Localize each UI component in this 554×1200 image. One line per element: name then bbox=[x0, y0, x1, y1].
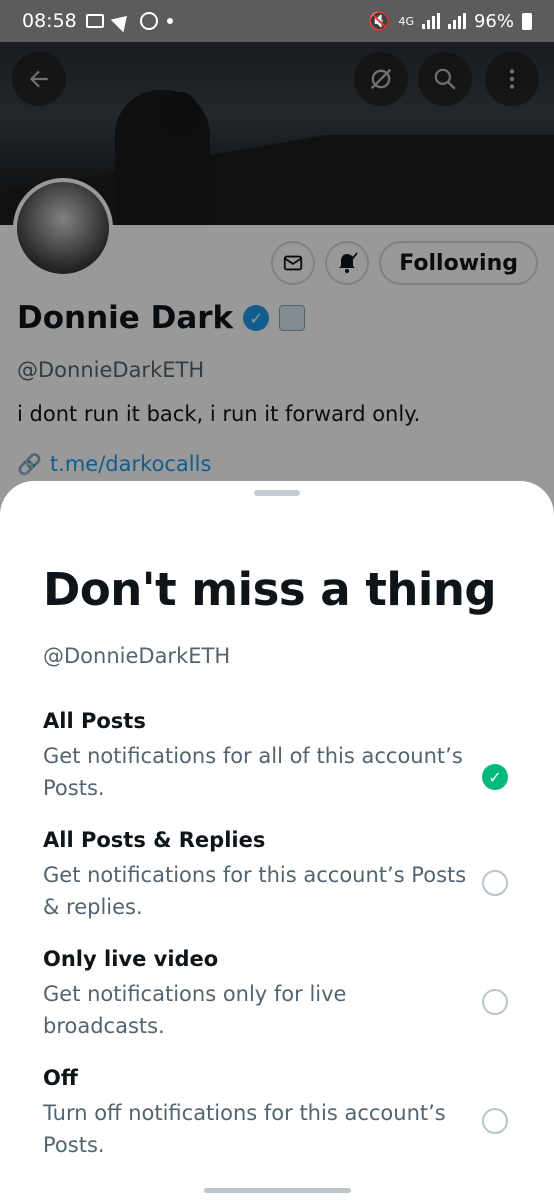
option-title: All Posts & Replies bbox=[43, 828, 266, 852]
telegram-icon bbox=[110, 9, 134, 33]
check-icon: ✓ bbox=[488, 767, 502, 787]
dot-icon bbox=[166, 18, 173, 24]
option-description: Get notifications for this account’s Pos… bbox=[43, 863, 467, 919]
option-all-posts-replies[interactable]: All Posts & Replies Get notifications fo… bbox=[43, 825, 513, 923]
network-type: 4G bbox=[398, 14, 414, 28]
option-description: Get notifications for all of this accoun… bbox=[43, 744, 463, 800]
option-title: Off bbox=[43, 1066, 78, 1090]
signal-icon bbox=[421, 13, 440, 29]
option-description: Turn off notifications for this account’… bbox=[43, 1101, 446, 1157]
status-left: 08:58 bbox=[22, 9, 173, 33]
battery-percent: 96% bbox=[473, 10, 514, 32]
home-indicator[interactable] bbox=[204, 1188, 351, 1193]
status-time: 08:58 bbox=[22, 10, 77, 32]
option-title: All Posts bbox=[43, 709, 146, 733]
radio-unselected[interactable] bbox=[482, 870, 508, 896]
option-description: Get notifications only for live broadcas… bbox=[43, 982, 347, 1038]
sheet-title: Don't miss a thing bbox=[43, 563, 497, 616]
option-all-posts[interactable]: All Posts Get notifications for all of t… bbox=[43, 706, 513, 804]
radio-unselected[interactable] bbox=[482, 989, 508, 1015]
sheet-grabber[interactable] bbox=[254, 490, 300, 496]
notification-settings-sheet: Don't miss a thing @DonnieDarkETH All Po… bbox=[0, 481, 554, 1200]
gallery-icon bbox=[85, 14, 104, 28]
option-off[interactable]: Off Turn off notifications for this acco… bbox=[43, 1063, 513, 1161]
radio-selected[interactable]: ✓ bbox=[482, 764, 508, 790]
mute-icon: 🔇 bbox=[368, 10, 391, 32]
option-only-live-video[interactable]: Only live video Get notifications only f… bbox=[43, 944, 513, 1042]
signal-icon-2 bbox=[447, 13, 466, 29]
sheet-handle: @DonnieDarkETH bbox=[43, 644, 231, 668]
status-bar: 08:58 🔇 4G 96% bbox=[0, 0, 554, 42]
whatsapp-icon bbox=[139, 12, 158, 30]
status-right: 🔇 4G 96% bbox=[368, 11, 532, 32]
battery-icon bbox=[522, 12, 532, 30]
option-title: Only live video bbox=[43, 947, 219, 971]
radio-unselected[interactable] bbox=[482, 1108, 508, 1134]
